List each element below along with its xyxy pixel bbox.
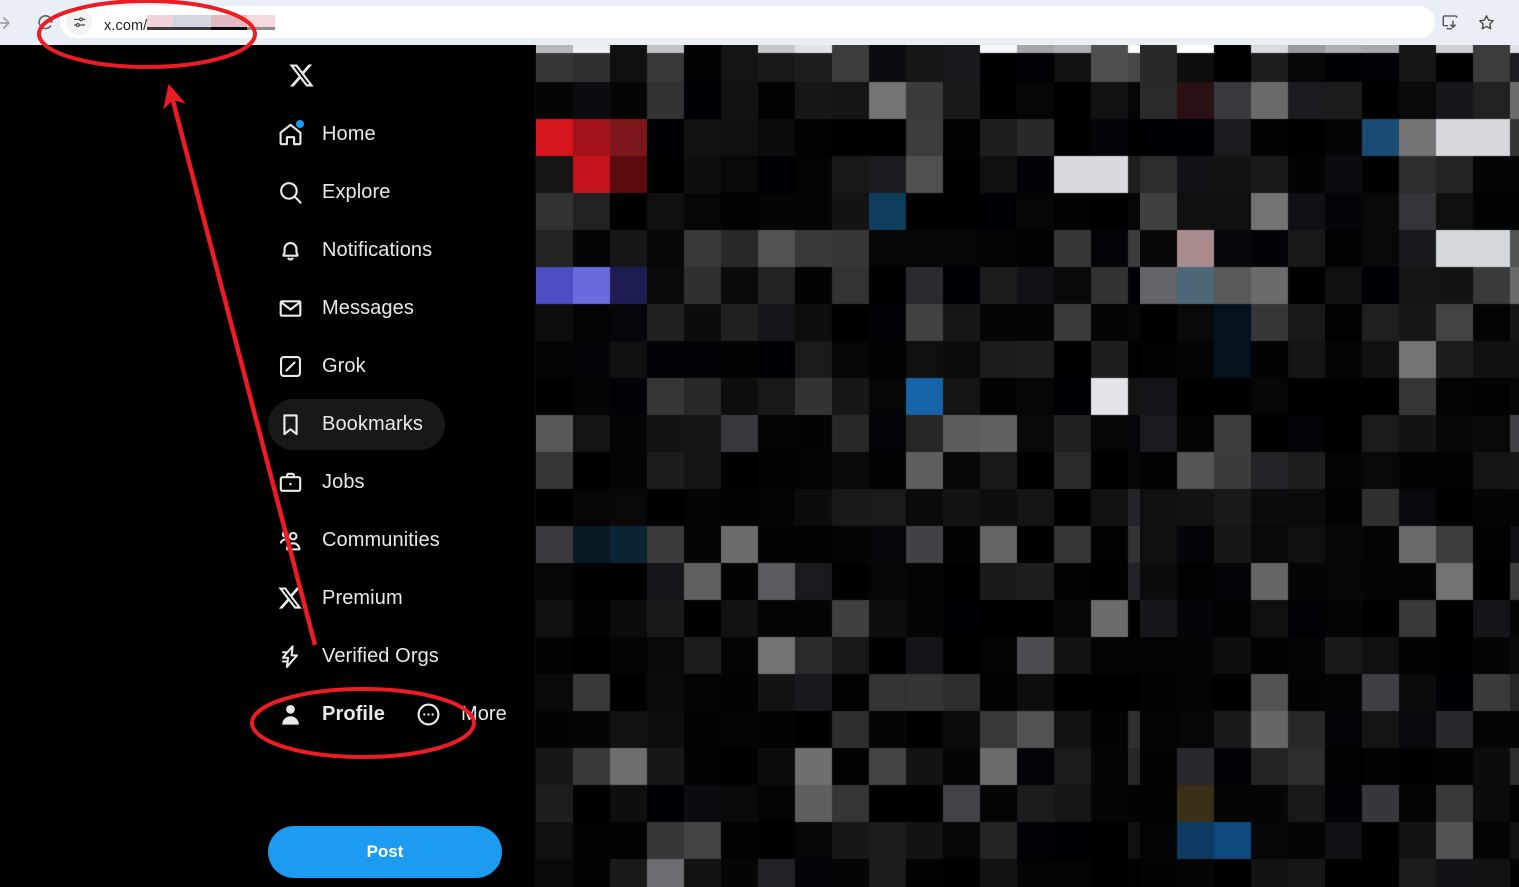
url-highlight-ellipse — [37, 0, 257, 69]
profile-to-url-arrow — [163, 83, 318, 646]
screenshot-root: x.com/ Home Explore Notifications Messag… — [0, 0, 1519, 887]
profile-highlight-ellipse — [250, 687, 476, 759]
annotation-layer — [37, 0, 476, 759]
